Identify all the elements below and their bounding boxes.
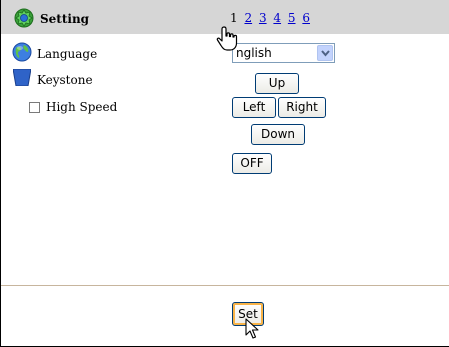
- settings-panel: Setting 1 2 3 4 5 6 Language Keystone Hi…: [0, 0, 449, 347]
- page-current: 1: [230, 11, 238, 25]
- off-button[interactable]: OFF: [232, 153, 272, 174]
- page-link-3[interactable]: 3: [259, 11, 267, 25]
- hand-pointer-icon: [216, 26, 238, 51]
- page-link-4[interactable]: 4: [273, 11, 281, 25]
- right-button[interactable]: Right: [278, 97, 326, 118]
- page-title: Setting: [40, 12, 90, 26]
- globe-icon: [12, 42, 32, 62]
- page-link-2[interactable]: 2: [244, 11, 252, 25]
- language-select[interactable]: nglish: [232, 43, 335, 63]
- divider: [1, 285, 449, 286]
- left-button[interactable]: Left: [232, 97, 276, 118]
- settings-gear-icon: [14, 8, 34, 28]
- keystone-label: Keystone: [37, 73, 93, 87]
- language-label: Language: [37, 47, 98, 61]
- chevron-down-icon[interactable]: [317, 45, 333, 61]
- down-button[interactable]: Down: [251, 124, 305, 145]
- high-speed-checkbox[interactable]: [29, 102, 40, 113]
- page-link-5[interactable]: 5: [288, 11, 296, 25]
- up-button[interactable]: Up: [255, 73, 299, 94]
- keystone-trapezoid-icon: [13, 69, 31, 86]
- arrow-pointer-icon: [245, 318, 259, 339]
- page-link-6[interactable]: 6: [302, 11, 310, 25]
- high-speed-label: High Speed: [46, 100, 118, 114]
- pagination: 1 2 3 4 5 6: [230, 11, 313, 25]
- language-select-value: nglish: [236, 46, 272, 60]
